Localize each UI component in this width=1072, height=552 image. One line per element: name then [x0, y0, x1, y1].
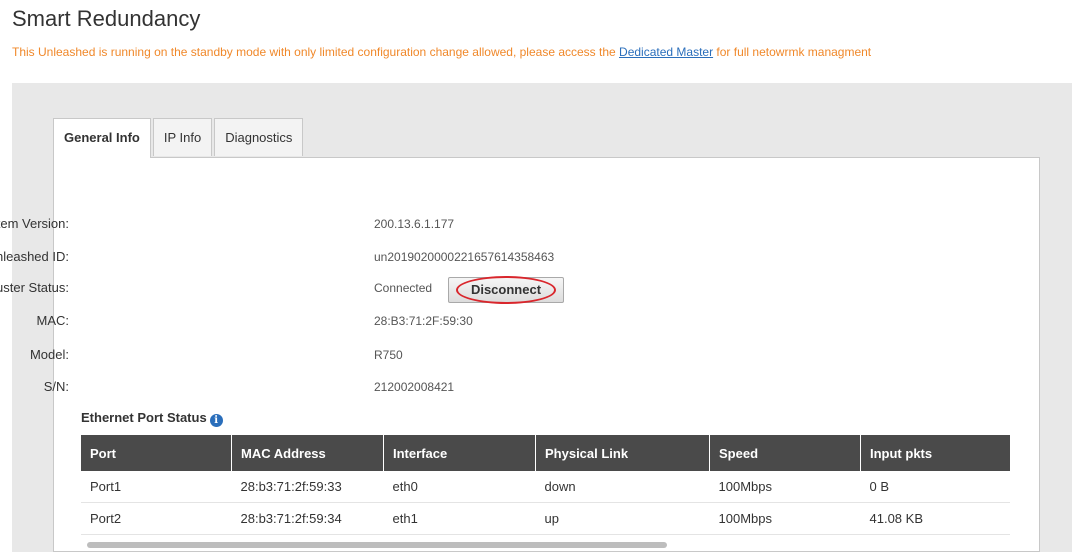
ethernet-port-table: Port MAC Address Interface Physical Link… [81, 435, 1010, 535]
column-header-input-pkts[interactable]: Input pkts [860, 435, 1010, 471]
ethernet-title-text: Ethernet Port Status [81, 410, 207, 425]
cell-mac-address: 28:b3:71:2f:59:34 [231, 502, 384, 535]
dedicated-master-link[interactable]: Dedicated Master [619, 45, 713, 59]
info-icon[interactable]: i [209, 414, 223, 427]
tab-diagnostics[interactable]: Diagnostics [214, 118, 304, 156]
tab-bar: General Info IP Info Diagnostics [53, 118, 305, 158]
cell-port: Port1 [81, 471, 232, 503]
disconnect-button[interactable]: Disconnect [448, 277, 564, 303]
column-header-interface[interactable]: Interface [383, 435, 536, 471]
table-row: Port1 28:b3:71:2f:59:33 eth0 down 100Mbp… [81, 471, 1010, 503]
column-header-physical-link[interactable]: Physical Link [535, 435, 710, 471]
cell-speed: 100Mbps [709, 471, 861, 503]
unleashed-id-row: Unleashed ID: un20190200002216576143584​… [0, 246, 754, 268]
cell-input-pkts: 0 B [860, 471, 1010, 503]
cell-input-pkts: 41.08 KB [860, 502, 1010, 535]
model-row: Model: R750 [30, 344, 754, 366]
sn-row: S/N: 212002008421 [44, 376, 754, 398]
cluster-status-value: Connected [374, 281, 433, 295]
system-version-label: System Version: [0, 216, 69, 231]
tab-general-info[interactable]: General Info [53, 118, 151, 158]
tab-ip-info[interactable]: IP Info [152, 118, 213, 156]
column-header-mac-address[interactable]: MAC Address [231, 435, 384, 471]
model-label: Model: [29, 347, 69, 362]
system-version-value: 200.13.6.1.177 [374, 217, 455, 231]
column-header-port[interactable]: Port [81, 435, 232, 471]
table-header-row: Port MAC Address Interface Physical Link… [81, 435, 1010, 471]
system-version-row: System Version: 200.13.6.1.177 [0, 213, 754, 235]
standby-notice: This Unleashed is running on the standby… [12, 45, 871, 59]
scrollbar-thumb[interactable] [87, 542, 667, 548]
notice-text-suffix: for full netowrmk managment [713, 45, 872, 59]
unleashed-id-label: Unleashed ID: [0, 249, 69, 264]
cell-interface: eth0 [383, 471, 536, 503]
sn-value: 212002008421 [374, 380, 455, 394]
cluster-status-row: Cluster Status: Connected Disconnect [0, 276, 754, 304]
notice-text-prefix: This Unleashed is running on the standby… [12, 45, 620, 59]
mac-value: 28:B3:71:2F:59:30 [374, 314, 473, 328]
cell-physical-link: down [535, 471, 710, 503]
sn-label: S/N: [43, 379, 69, 394]
model-value: R750 [374, 348, 403, 362]
ethernet-port-status-title: Ethernet Port Status i [81, 410, 223, 427]
general-info-panel: System Version: 200.13.6.1.177 Unleashed… [0, 157, 1040, 552]
mac-row: MAC: 28:B3:71:2F:59:30 [37, 310, 754, 332]
cell-interface: eth1 [383, 502, 536, 535]
horizontal-scrollbar[interactable] [81, 540, 1010, 550]
cell-mac-address: 28:b3:71:2f:59:33 [231, 471, 384, 503]
mac-label: MAC: [36, 313, 70, 328]
cell-physical-link: up [535, 502, 710, 535]
column-header-speed[interactable]: Speed [709, 435, 861, 471]
smart-redundancy-page: Smart Redundancy This Unleashed is runni… [0, 0, 1072, 552]
table-row: Port2 28:b3:71:2f:59:34 eth1 up 100Mbps … [81, 502, 1010, 535]
page-title: Smart Redundancy [12, 6, 201, 31]
unleashed-id-value: un20190200002216576143584​63 [374, 250, 555, 264]
cell-speed: 100Mbps [709, 502, 861, 535]
cell-port: Port2 [81, 502, 232, 535]
cluster-status-label: Cluster Status: [0, 280, 69, 295]
